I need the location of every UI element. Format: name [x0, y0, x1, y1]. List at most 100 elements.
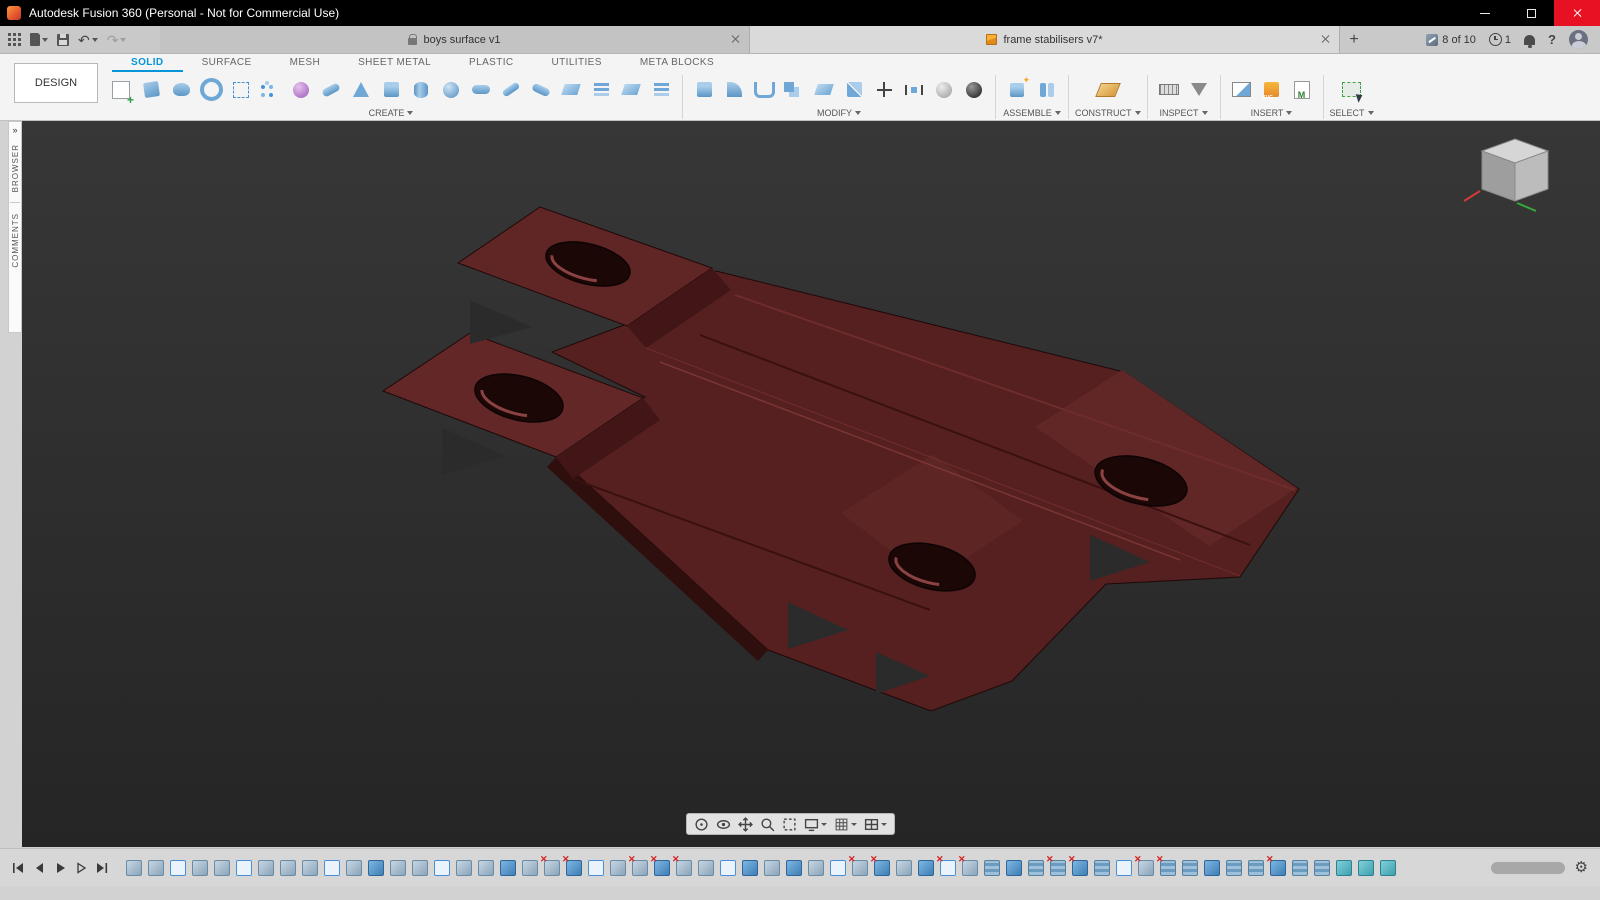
timeline-feature[interactable]: [1204, 859, 1220, 876]
timeline-feature[interactable]: [628, 854, 648, 876]
timeline-feature[interactable]: [280, 859, 296, 876]
timeline-feature[interactable]: [830, 859, 846, 876]
view-cube[interactable]: [1460, 131, 1570, 231]
zoom-icon[interactable]: [757, 814, 778, 834]
ribbon-tab-meta-blocks[interactable]: META BLOCKS: [621, 54, 733, 72]
file-menu-button[interactable]: [30, 32, 48, 46]
hole-icon[interactable]: [196, 75, 226, 105]
timeline-feature[interactable]: [434, 859, 450, 876]
timeline-feature[interactable]: [720, 859, 736, 876]
timeline-settings-gear-icon[interactable]: ⚙: [1575, 860, 1588, 875]
create-sketch-icon[interactable]: [106, 75, 136, 107]
look-at-icon[interactable]: [713, 814, 734, 834]
box-icon[interactable]: [376, 75, 406, 105]
timeline-feature[interactable]: [214, 859, 230, 876]
timeline-feature[interactable]: [1116, 859, 1132, 876]
app-grid-button[interactable]: [8, 33, 21, 41]
insert-mcmaster-icon[interactable]: [1287, 75, 1317, 105]
ruled-surface-icon[interactable]: [616, 75, 646, 105]
model-viewport[interactable]: [22, 121, 1600, 847]
pattern-icon[interactable]: [646, 75, 676, 105]
ribbon-tab-plastic[interactable]: PLASTIC: [450, 54, 532, 72]
rectangular-pattern-icon[interactable]: [226, 75, 256, 105]
trial-counter[interactable]: 8 of 10: [1426, 33, 1476, 46]
timeline-feature[interactable]: [1358, 859, 1374, 876]
grid-settings-icon[interactable]: [831, 814, 860, 834]
user-avatar[interactable]: [1569, 30, 1588, 49]
timeline-feature[interactable]: [148, 859, 164, 876]
timeline-feature[interactable]: [170, 859, 186, 876]
timeline-feature[interactable]: [390, 859, 406, 876]
timeline-feature[interactable]: [808, 859, 824, 876]
timeline-scrollbar[interactable]: [1490, 861, 1565, 874]
circular-pattern-icon[interactable]: [256, 75, 286, 105]
timeline-feature[interactable]: [478, 859, 494, 876]
timeline-feature[interactable]: [258, 859, 274, 876]
job-status-button[interactable]: 1: [1488, 33, 1511, 46]
play-button[interactable]: [51, 859, 69, 877]
redo-button[interactable]: ↷: [107, 33, 127, 47]
timeline-feature[interactable]: [126, 859, 142, 876]
panel-browser[interactable]: BROWSER: [11, 144, 20, 192]
select-tool-icon[interactable]: [1337, 75, 1367, 105]
revolve-icon[interactable]: [166, 75, 196, 105]
timeline-feature[interactable]: [500, 859, 516, 876]
timeline-feature[interactable]: [984, 859, 1000, 876]
doc-tab-boys-surface[interactable]: boys surface v1: [160, 26, 750, 53]
timeline-feature[interactable]: [918, 859, 934, 876]
timeline-feature[interactable]: [958, 854, 978, 876]
insert-svg-icon[interactable]: [1257, 75, 1287, 105]
expand-panel-icon[interactable]: »: [12, 125, 17, 136]
timeline-feature[interactable]: [1182, 859, 1198, 876]
pan-icon[interactable]: [735, 814, 756, 834]
ribbon-tab-utilities[interactable]: UTILITIES: [533, 54, 621, 72]
timeline-feature[interactable]: [672, 854, 692, 876]
torus-icon[interactable]: [466, 75, 496, 105]
cylinder-icon[interactable]: [406, 75, 436, 105]
timeline-feature[interactable]: [522, 859, 538, 876]
combine-icon[interactable]: [779, 75, 809, 105]
timeline-feature[interactable]: [610, 859, 626, 876]
timeline-feature[interactable]: [936, 854, 956, 876]
ribbon-tab-sheet-metal[interactable]: SHEET METAL: [339, 54, 450, 72]
move-copy-icon[interactable]: [869, 75, 899, 105]
timeline-feature[interactable]: [786, 859, 802, 876]
new-component-icon[interactable]: [1002, 75, 1032, 105]
assemble-group-label[interactable]: ASSEMBLE: [1003, 108, 1061, 118]
timeline-feature[interactable]: [1380, 859, 1396, 876]
create-group-label[interactable]: CREATE: [369, 108, 414, 118]
timeline-feature[interactable]: [1028, 859, 1044, 876]
insert-group-label[interactable]: INSERT: [1251, 108, 1293, 118]
close-tab-icon[interactable]: [730, 34, 740, 44]
inspect-group-label[interactable]: INSPECT: [1159, 108, 1207, 118]
close-tab-icon[interactable]: [1320, 34, 1330, 44]
go-to-beginning-button[interactable]: [9, 859, 27, 877]
timeline-feature[interactable]: [848, 854, 868, 876]
timeline-feature[interactable]: [588, 859, 604, 876]
free-orbit-icon[interactable]: [691, 814, 712, 834]
press-pull-icon[interactable]: [689, 75, 719, 105]
construct-plane-icon[interactable]: [1093, 75, 1123, 105]
viewports-icon[interactable]: [861, 814, 890, 834]
timeline-feature[interactable]: [870, 854, 890, 876]
coil-icon[interactable]: [496, 75, 526, 105]
timeline-feature[interactable]: [346, 859, 362, 876]
model-3d[interactable]: [22, 121, 1600, 847]
timeline-feature[interactable]: [1006, 859, 1022, 876]
timeline-feature[interactable]: [896, 859, 912, 876]
doc-tab-frame-stabilisers[interactable]: frame stabilisers v7*: [750, 26, 1340, 53]
boundary-fill-icon[interactable]: [586, 75, 616, 105]
shell-icon[interactable]: [749, 75, 779, 105]
pipe-icon[interactable]: [526, 75, 556, 105]
minimize-button[interactable]: [1462, 0, 1508, 26]
go-to-end-button[interactable]: [93, 859, 111, 877]
timeline-feature[interactable]: [368, 859, 384, 876]
timeline-feature[interactable]: [698, 859, 714, 876]
timeline-feature[interactable]: [540, 854, 560, 876]
split-body-icon[interactable]: [839, 75, 869, 105]
step-forward-button[interactable]: [72, 859, 90, 877]
timeline-feature[interactable]: [412, 859, 428, 876]
timeline-feature[interactable]: [764, 859, 780, 876]
fillet-icon[interactable]: [719, 75, 749, 105]
timeline-feature[interactable]: [192, 859, 208, 876]
